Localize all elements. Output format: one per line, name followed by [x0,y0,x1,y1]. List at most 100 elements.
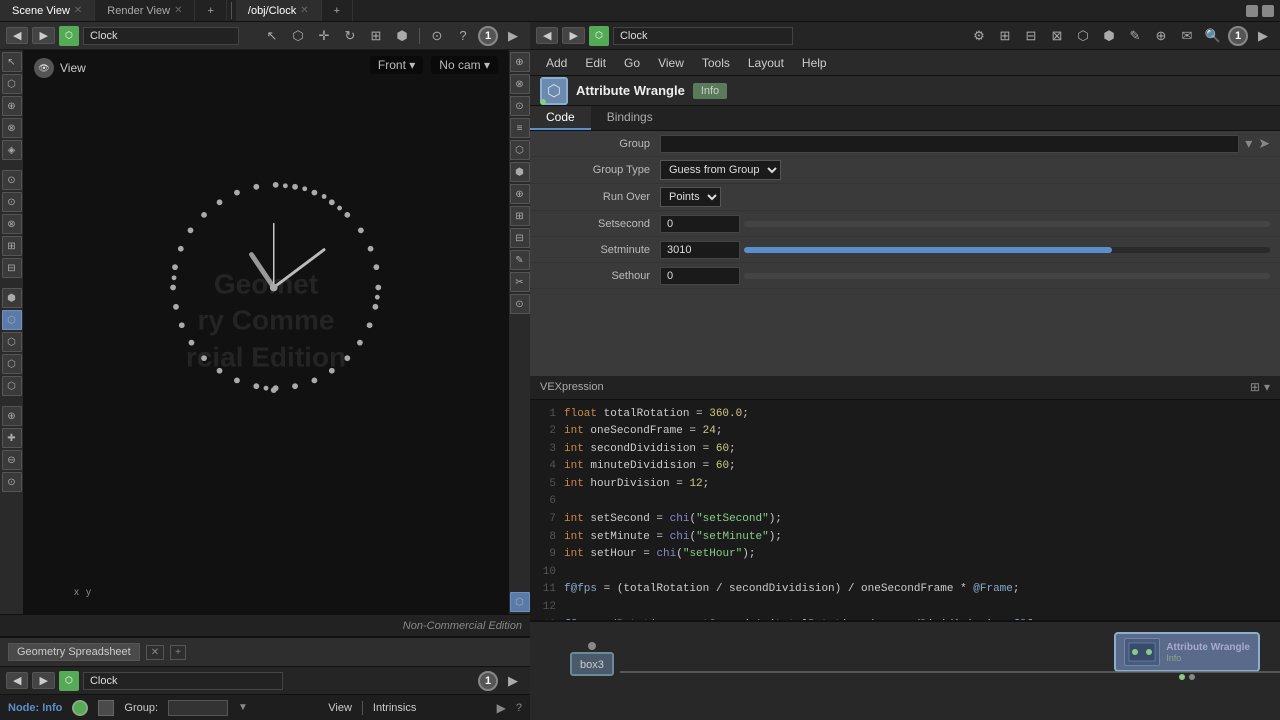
right-tb-2[interactable]: ⊞ [994,25,1016,47]
menu-help[interactable]: Help [794,54,835,72]
geo-spreadsheet-tab[interactable]: Geometry Spreadsheet [8,643,140,661]
group-param-input[interactable] [660,135,1239,153]
tool-v-17[interactable]: ✚ [2,428,22,448]
tool-v-16[interactable]: ⊕ [2,406,22,426]
menu-edit[interactable]: Edit [577,54,614,72]
tab-obj-clock[interactable]: /obj/Clock ✕ [236,0,322,21]
rstrip-10[interactable]: ✎ [510,250,530,270]
tool-v-15[interactable]: ⬡ [2,376,22,396]
right-tb-5[interactable]: ⬡ [1072,25,1094,47]
tool-snap[interactable]: ⊙ [426,25,448,47]
tool-v-10[interactable]: ⊟ [2,258,22,278]
tool-v-4[interactable]: ⊗ [2,118,22,138]
group-filter-btn[interactable]: ▼ [238,702,248,713]
setminute-input[interactable] [660,241,740,259]
right-nav-fwd[interactable]: ▶ [562,27,584,44]
bottom-frame-counter[interactable]: 1 [478,671,498,691]
tab-render-view[interactable]: Render View ✕ [95,0,195,21]
menu-add[interactable]: Add [538,54,575,72]
menu-go[interactable]: Go [616,54,648,72]
tool-v-12[interactable]: ⬡ [2,310,22,330]
close-scene-view[interactable]: ✕ [74,5,82,16]
add-geo-tab[interactable]: + [170,645,186,660]
menu-tools[interactable]: Tools [694,54,738,72]
rstrip-1[interactable]: ⊕ [510,52,530,72]
tool-display[interactable]: ⬢ [391,25,413,47]
win-minimize[interactable] [1246,5,1258,17]
tool-v-11[interactable]: ⬢ [2,288,22,308]
right-tb-6[interactable]: ⬢ [1098,25,1120,47]
left-path-input[interactable] [83,27,239,45]
right-tb-1[interactable]: ⚙ [968,25,990,47]
nav-forward-btn[interactable]: ▶ [32,27,54,44]
close-render-view[interactable]: ✕ [174,5,182,16]
vex-menu-btn[interactable]: ▾ [1264,380,1270,394]
tool-v-7[interactable]: ⊙ [2,192,22,212]
vex-expand-btn[interactable]: ⊞ [1250,380,1260,394]
tool-v-9[interactable]: ⊞ [2,236,22,256]
tool-select2[interactable]: ⬡ [287,25,309,47]
right-tb-8[interactable]: ⊕ [1150,25,1172,47]
rstrip-8[interactable]: ⊞ [510,206,530,226]
tool-select[interactable]: ↖ [261,25,283,47]
right-tb-3[interactable]: ⊟ [1020,25,1042,47]
add-right-tab[interactable]: + [322,0,353,21]
tab-code[interactable]: Code [530,106,591,130]
tool-v-8[interactable]: ⊗ [2,214,22,234]
right-tb-search[interactable]: 🔍 [1202,25,1224,47]
rstrip-7[interactable]: ⊕ [510,184,530,204]
right-tb-9[interactable]: ✉ [1176,25,1198,47]
right-tb-7[interactable]: ✎ [1124,25,1146,47]
tool-scale[interactable]: ⊞ [365,25,387,47]
group-dropdown-arrow[interactable]: ▾ [1245,135,1252,152]
tab-bindings[interactable]: Bindings [591,106,669,130]
rstrip-9[interactable]: ⊟ [510,228,530,248]
rstrip-11[interactable]: ✂ [510,272,530,292]
sethour-slider[interactable] [744,273,1270,279]
right-play-btn[interactable]: ▶ [1252,25,1274,47]
tool-v-13[interactable]: ⬡ [2,332,22,352]
menu-view[interactable]: View [650,54,692,72]
right-frame-counter[interactable]: 1 [1228,26,1248,46]
rstrip-12[interactable]: ⊙ [510,294,530,314]
tool-v-18[interactable]: ⊖ [2,450,22,470]
tool-rotate[interactable]: ↻ [339,25,361,47]
group-type-select[interactable]: Guess from Group [660,160,781,180]
setsecond-input[interactable] [660,215,740,233]
info-badge[interactable]: Info [693,83,727,99]
sethour-input[interactable] [660,267,740,285]
close-obj-clock[interactable]: ✕ [300,5,308,16]
right-nav-back[interactable]: ◀ [536,27,558,44]
bottom-nav-back[interactable]: ◀ [6,672,28,689]
box3-node[interactable]: box3 [570,642,614,676]
nav-back-btn[interactable]: ◀ [6,27,28,44]
right-tb-4[interactable]: ⊠ [1046,25,1068,47]
rstrip-6[interactable]: ⬢ [510,162,530,182]
tool-v-6[interactable]: ⊙ [2,170,22,190]
tool-v-5[interactable]: ◈ [2,140,22,160]
attr-wrangle-node[interactable]: Attribute Wrangle Info [1114,632,1260,680]
right-path-input[interactable] [613,27,794,45]
tool-v-select[interactable]: ↖ [2,52,22,72]
play-btn[interactable]: ▶ [502,25,524,47]
menu-layout[interactable]: Layout [740,54,792,72]
rstrip-3[interactable]: ⊙ [510,96,530,116]
tab-scene-view[interactable]: Scene View ✕ [0,0,95,21]
group-input[interactable] [168,700,228,716]
rstrip-5[interactable]: ⬡ [510,140,530,160]
win-maximize[interactable] [1262,5,1274,17]
tool-move[interactable]: ✛ [313,25,335,47]
close-geo-tab[interactable]: ✕ [146,645,164,660]
rstrip-2[interactable]: ⊗ [510,74,530,94]
tool-v-14[interactable]: ⬡ [2,354,22,374]
run-over-select[interactable]: Points [660,187,721,207]
bottom-path-input[interactable] [83,672,284,690]
bottom-nav-fwd[interactable]: ▶ [32,672,54,689]
bottom-play-btn[interactable]: ▶ [502,670,524,692]
tool-v-19[interactable]: ⊙ [2,472,22,492]
tool-v-2[interactable]: ⬡ [2,74,22,94]
tool-help[interactable]: ? [452,25,474,47]
setsecond-slider[interactable] [744,221,1270,227]
vex-code-area[interactable]: 1 float totalRotation = 360.0; 2 int one… [530,400,1280,621]
tool-v-3[interactable]: ⊕ [2,96,22,116]
